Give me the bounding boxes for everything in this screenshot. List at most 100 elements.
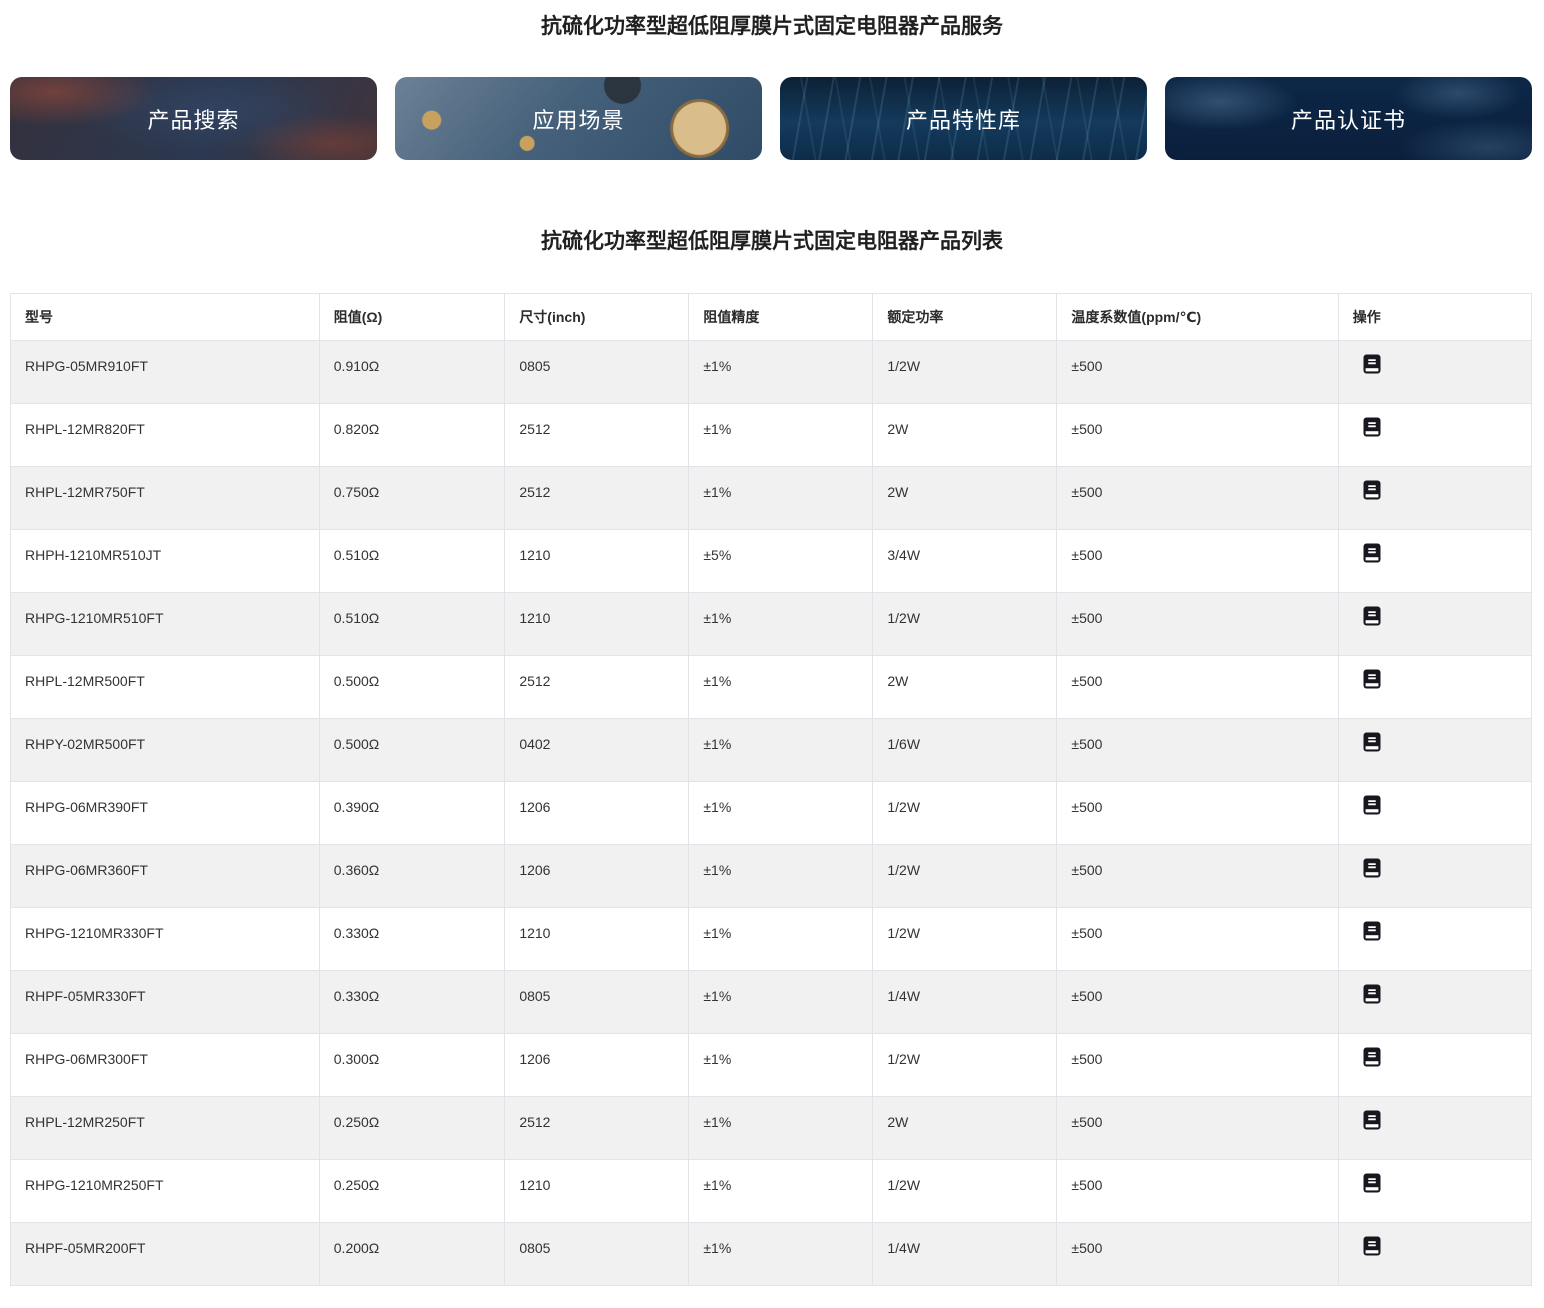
cell-size: 2512 — [505, 1097, 689, 1160]
cell-action — [1338, 1034, 1531, 1097]
product-table-wrap: 型号 阻值(Ω) 尺寸(inch) 阻值精度 额定功率 温度系数值(ppm/℃)… — [10, 293, 1532, 1286]
cell-size: 1210 — [505, 530, 689, 593]
table-row: RHPF-05MR330FT0.330Ω0805±1%1/4W±500 — [11, 971, 1532, 1034]
cell-tolerance: ±1% — [689, 593, 873, 656]
cell-size: 0805 — [505, 341, 689, 404]
cell-resistance: 0.510Ω — [319, 530, 505, 593]
cell-size: 2512 — [505, 404, 689, 467]
view-detail-button[interactable] — [1363, 984, 1381, 1004]
cell-action — [1338, 908, 1531, 971]
cell-model: RHPG-06MR300FT — [11, 1034, 320, 1097]
banner-product-certificates[interactable]: 产品认证书 — [1165, 77, 1532, 160]
cell-temp-coefficient: ±500 — [1057, 593, 1338, 656]
cell-resistance: 0.330Ω — [319, 908, 505, 971]
cell-resistance: 0.910Ω — [319, 341, 505, 404]
cell-rated-power: 1/2W — [873, 1034, 1057, 1097]
cell-rated-power: 1/6W — [873, 719, 1057, 782]
cell-tolerance: ±1% — [689, 845, 873, 908]
book-icon — [1363, 543, 1381, 563]
cell-resistance: 0.510Ω — [319, 593, 505, 656]
cell-resistance: 0.750Ω — [319, 467, 505, 530]
cell-model: RHPG-1210MR330FT — [11, 908, 320, 971]
view-detail-button[interactable] — [1363, 669, 1381, 689]
cell-action — [1338, 656, 1531, 719]
view-detail-button[interactable] — [1363, 417, 1381, 437]
cell-action — [1338, 845, 1531, 908]
cell-rated-power: 1/2W — [873, 908, 1057, 971]
cell-rated-power: 1/4W — [873, 971, 1057, 1034]
cell-resistance: 0.330Ω — [319, 971, 505, 1034]
table-row: RHPY-02MR500FT0.500Ω0402±1%1/6W±500 — [11, 719, 1532, 782]
column-header-temp-coefficient: 温度系数值(ppm/℃) — [1057, 294, 1338, 341]
view-detail-button[interactable] — [1363, 921, 1381, 941]
cell-model: RHPL-12MR250FT — [11, 1097, 320, 1160]
view-detail-button[interactable] — [1363, 858, 1381, 878]
view-detail-button[interactable] — [1363, 606, 1381, 626]
view-detail-button[interactable] — [1363, 1173, 1381, 1193]
view-detail-button[interactable] — [1363, 354, 1381, 374]
table-row: RHPL-12MR500FT0.500Ω2512±1%2W±500 — [11, 656, 1532, 719]
cell-temp-coefficient: ±500 — [1057, 971, 1338, 1034]
cell-temp-coefficient: ±500 — [1057, 467, 1338, 530]
view-detail-button[interactable] — [1363, 1236, 1381, 1256]
book-icon — [1363, 480, 1381, 500]
cell-resistance: 0.300Ω — [319, 1034, 505, 1097]
view-detail-button[interactable] — [1363, 543, 1381, 563]
cell-rated-power: 2W — [873, 656, 1057, 719]
cell-temp-coefficient: ±500 — [1057, 341, 1338, 404]
cell-size: 1206 — [505, 1034, 689, 1097]
view-detail-button[interactable] — [1363, 795, 1381, 815]
table-row: RHPG-1210MR330FT0.330Ω1210±1%1/2W±500 — [11, 908, 1532, 971]
table-row: RHPG-06MR390FT0.390Ω1206±1%1/2W±500 — [11, 782, 1532, 845]
cell-tolerance: ±1% — [689, 404, 873, 467]
cell-action — [1338, 593, 1531, 656]
cell-action — [1338, 404, 1531, 467]
cell-size: 1210 — [505, 1160, 689, 1223]
product-table: 型号 阻值(Ω) 尺寸(inch) 阻值精度 额定功率 温度系数值(ppm/℃)… — [10, 293, 1532, 1286]
banner-label: 产品认证书 — [1291, 103, 1406, 135]
table-row: RHPG-1210MR250FT0.250Ω1210±1%1/2W±500 — [11, 1160, 1532, 1223]
cell-action — [1338, 782, 1531, 845]
cell-action — [1338, 719, 1531, 782]
book-icon — [1363, 858, 1381, 878]
column-header-resistance: 阻值(Ω) — [319, 294, 505, 341]
banner-product-characteristics[interactable]: 产品特性库 — [780, 77, 1147, 160]
cell-tolerance: ±1% — [689, 1034, 873, 1097]
banner-label: 应用场景 — [532, 103, 624, 135]
cell-rated-power: 2W — [873, 404, 1057, 467]
cell-resistance: 0.360Ω — [319, 845, 505, 908]
book-icon — [1363, 606, 1381, 626]
table-row: RHPL-12MR250FT0.250Ω2512±1%2W±500 — [11, 1097, 1532, 1160]
cell-tolerance: ±1% — [689, 1097, 873, 1160]
cell-resistance: 0.820Ω — [319, 404, 505, 467]
cell-rated-power: 1/2W — [873, 593, 1057, 656]
banner-product-search[interactable]: 产品搜索 — [10, 77, 377, 160]
book-icon — [1363, 795, 1381, 815]
book-icon — [1363, 669, 1381, 689]
service-page-title: 抗硫化功率型超低阻厚膜片式固定电阻器产品服务 — [0, 13, 1544, 41]
book-icon — [1363, 417, 1381, 437]
table-row: RHPL-12MR750FT0.750Ω2512±1%2W±500 — [11, 467, 1532, 530]
cell-rated-power: 1/2W — [873, 782, 1057, 845]
cell-rated-power: 2W — [873, 467, 1057, 530]
cell-tolerance: ±1% — [689, 1223, 873, 1286]
banner-application-scenarios[interactable]: 应用场景 — [395, 77, 762, 160]
cell-rated-power: 1/4W — [873, 1223, 1057, 1286]
view-detail-button[interactable] — [1363, 732, 1381, 752]
cell-temp-coefficient: ±500 — [1057, 1223, 1338, 1286]
cell-temp-coefficient: ±500 — [1057, 1034, 1338, 1097]
cell-temp-coefficient: ±500 — [1057, 404, 1338, 467]
cell-tolerance: ±1% — [689, 341, 873, 404]
view-detail-button[interactable] — [1363, 480, 1381, 500]
column-header-tolerance: 阻值精度 — [689, 294, 873, 341]
view-detail-button[interactable] — [1363, 1047, 1381, 1067]
cell-temp-coefficient: ±500 — [1057, 845, 1338, 908]
table-row: RHPG-06MR360FT0.360Ω1206±1%1/2W±500 — [11, 845, 1532, 908]
column-header-model: 型号 — [11, 294, 320, 341]
cell-rated-power: 1/2W — [873, 1160, 1057, 1223]
cell-temp-coefficient: ±500 — [1057, 656, 1338, 719]
table-header-row: 型号 阻值(Ω) 尺寸(inch) 阻值精度 额定功率 温度系数值(ppm/℃)… — [11, 294, 1532, 341]
banner-label: 产品搜索 — [147, 103, 239, 135]
view-detail-button[interactable] — [1363, 1110, 1381, 1130]
cell-resistance: 0.250Ω — [319, 1160, 505, 1223]
